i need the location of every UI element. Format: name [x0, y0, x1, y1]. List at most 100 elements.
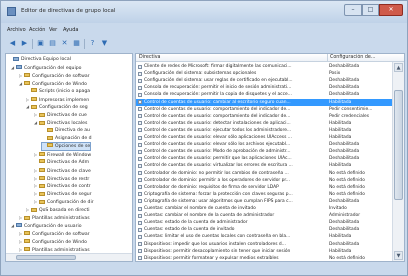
tree-item-label: Directivas de Adm	[47, 159, 90, 165]
table-row[interactable]: Cliente de redes de Microsoft: firmar di…	[136, 63, 392, 70]
column-header-policy[interactable]: Directiva	[139, 55, 160, 60]
close-button[interactable]: ✕	[379, 4, 403, 16]
scroll-thumb[interactable]	[16, 255, 76, 260]
filter-icon[interactable]: ▼	[99, 38, 110, 49]
policy-name: Criptografía de sistema: usar algoritmos…	[144, 198, 293, 204]
vertical-scrollbar[interactable]: ▲ ▼	[392, 62, 404, 261]
tree-item[interactable]: ▷ Directivas de segur	[34, 190, 92, 197]
table-row[interactable]: Consola de recuperación: permitir el ini…	[136, 84, 392, 91]
help-icon[interactable]: ?	[87, 38, 98, 49]
table-row[interactable]: Dispositivos: permitir formatear y expul…	[136, 255, 392, 261]
folder-icon	[39, 112, 45, 117]
policy-setting: Habilitada	[329, 120, 352, 126]
policy-name: Control de cuentas de usuario: virtualiz…	[144, 163, 293, 169]
tree-item[interactable]: ▷ Configuración de dir	[34, 198, 94, 205]
scroll-thumb[interactable]	[394, 90, 403, 200]
table-row[interactable]: Cuentas: cambiar el nombre de la cuenta …	[136, 212, 392, 219]
tree-item[interactable]: Directiva Equipo local	[8, 56, 71, 63]
tree-item-label: Directivas de contr	[47, 184, 91, 190]
show-hide-tree-icon[interactable]: ▤	[47, 38, 58, 49]
table-row[interactable]: Control de cuentas de usuario: elevar só…	[136, 141, 392, 148]
table-row[interactable]: Control de cuentas de usuario: detectar …	[136, 120, 392, 127]
table-row[interactable]: Cuentas: cambiar el nombre de cuenta de …	[136, 205, 392, 212]
policy-icon	[138, 135, 142, 140]
tree-item[interactable]: ◢ Configuración de Windo	[19, 80, 87, 87]
policy-icon	[138, 199, 142, 204]
tree-horizontal-scrollbar[interactable]	[6, 253, 132, 261]
table-row[interactable]: Controlador de dominio: no permitir los …	[136, 170, 392, 177]
tree-item[interactable]: ▷ Configuración de softwar	[19, 72, 90, 79]
table-row[interactable]: Control de cuentas de usuario: virtualiz…	[136, 162, 392, 169]
tree-item[interactable]: ◢ Configuración de usuario	[11, 222, 82, 229]
scroll-down-icon[interactable]: ▼	[394, 251, 403, 260]
tree-item[interactable]: ▷ Configuración de softwar	[19, 230, 90, 237]
up-folder-icon[interactable]: ▣	[35, 38, 46, 49]
table-row[interactable]: Control de cuentas de usuario: cambiar a…	[136, 98, 392, 106]
policy-name: Dispositivos: impedir que los usuarios i…	[144, 241, 286, 247]
policy-name: Control de cuentas de usuario: Modo de a…	[144, 149, 291, 155]
column-divider[interactable]	[327, 54, 328, 62]
table-row[interactable]: Controlador de dominio: requisitos de fi…	[136, 184, 392, 191]
policy-icon	[138, 100, 142, 104]
table-row[interactable]: Criptografía de sistema: usar algoritmos…	[136, 198, 392, 205]
table-row[interactable]: Control de cuentas de usuario: comportam…	[136, 106, 392, 113]
tree-item[interactable]: ▷ Directivas de contr	[34, 182, 91, 189]
toolbar-separator	[32, 39, 33, 49]
forward-icon[interactable]: ▶	[19, 38, 30, 49]
table-row[interactable]: Dispositivos: permitir desacoplamiento s…	[136, 248, 392, 255]
tree-item[interactable]: ▷ Plantillas administrativas	[19, 214, 90, 221]
back-icon[interactable]: ◀	[7, 38, 18, 49]
table-row[interactable]: Cuentas: estado de la cuenta de invitado…	[136, 226, 392, 233]
column-header-state[interactable]: Configuración de...	[330, 55, 375, 60]
tree-item[interactable]: ▷ Configuración de Windo	[19, 238, 87, 245]
delete-icon[interactable]: ✕	[59, 38, 70, 49]
scroll-up-icon[interactable]: ▲	[394, 63, 403, 72]
table-row[interactable]: Consola de recuperación: permitir la cop…	[136, 91, 392, 98]
table-row[interactable]: Cuentas: estado de la cuenta de administ…	[136, 219, 392, 226]
table-row[interactable]: Control de cuentas de usuario: permitir …	[136, 155, 392, 162]
tree-item[interactable]: ▷ QoS basada en directi	[26, 206, 90, 213]
tree-item[interactable]: Directivas de Adm	[34, 159, 89, 166]
tree-item[interactable]: ▷ Firewall de Window	[34, 151, 91, 158]
tree-item-label: Opciones de se	[55, 143, 91, 149]
tree-item[interactable]: ▷ Directivas de cue	[34, 111, 87, 118]
minimize-button[interactable]: –	[344, 4, 362, 16]
policy-icon	[138, 220, 142, 225]
table-row[interactable]: Dispositivos: impedir que los usuarios i…	[136, 241, 392, 248]
menu-ayuda[interactable]: Ayuda	[63, 27, 78, 33]
tree-item[interactable]: ◢ Configuración de seg	[26, 103, 88, 110]
tree-item[interactable]: ▷ Impresoras implemen	[26, 96, 89, 103]
table-row[interactable]: Criptografía de sistema: forzar la prote…	[136, 191, 392, 198]
menu-archivo[interactable]: Archivo	[7, 27, 26, 33]
tree-item[interactable]: Scripts (inicio o apaga	[26, 88, 90, 95]
table-row[interactable]: Cuentas: limitar el uso de cuentas local…	[136, 233, 392, 240]
tree-item[interactable]: Asignación de d	[42, 135, 92, 142]
title-bar[interactable]: Editor de directivas de grupo local – □ …	[1, 1, 407, 23]
menu-accion[interactable]: Acción	[29, 27, 45, 33]
table-row[interactable]: Controlador de dominio: permitir a los o…	[136, 177, 392, 184]
tree-item[interactable]: ◢ Configuración del equipo	[11, 64, 81, 71]
policy-icon	[138, 85, 142, 90]
maximize-button[interactable]: □	[362, 4, 379, 16]
table-row[interactable]: Control de cuentas de usuario: Modo de a…	[136, 148, 392, 155]
policy-setting: Posix	[329, 71, 341, 77]
tree-item[interactable]: ▷ Directivas de restr	[34, 175, 89, 182]
tree-item[interactable]: ◢ Directivas locales	[34, 119, 87, 126]
properties-icon[interactable]: ▦	[71, 38, 82, 49]
table-row[interactable]: Configuración del sistema: usar reglas d…	[136, 77, 392, 84]
tree-item[interactable]: ▷ Directivas de clave	[34, 167, 91, 174]
table-row[interactable]: Configuración del sistema: subsistemas o…	[136, 70, 392, 77]
tree-item[interactable]: ▷ Plantillas administrativas	[19, 246, 90, 253]
tree-item[interactable]: Opciones de se	[40, 141, 92, 151]
tree-pane[interactable]: Directiva Equipo local ◢ Configuración del…	[5, 53, 133, 262]
policy-name: Control de cuentas de usuario: permitir …	[144, 156, 292, 162]
table-row[interactable]: Control de cuentas de usuario: comportam…	[136, 113, 392, 120]
tree-item[interactable]: Directiva de au	[42, 127, 90, 134]
menu-ver[interactable]: Ver	[49, 27, 57, 33]
folder-icon	[24, 73, 30, 78]
table-row[interactable]: Control de cuentas de usuario: elevar só…	[136, 134, 392, 141]
policy-name: Cuentas: cambiar el nombre de la cuenta …	[144, 213, 275, 219]
policy-setting: Deshabilitada	[329, 64, 360, 69]
table-row[interactable]: Control de cuentas de usuario: ejecutar …	[136, 127, 392, 134]
folder-icon	[47, 135, 53, 140]
